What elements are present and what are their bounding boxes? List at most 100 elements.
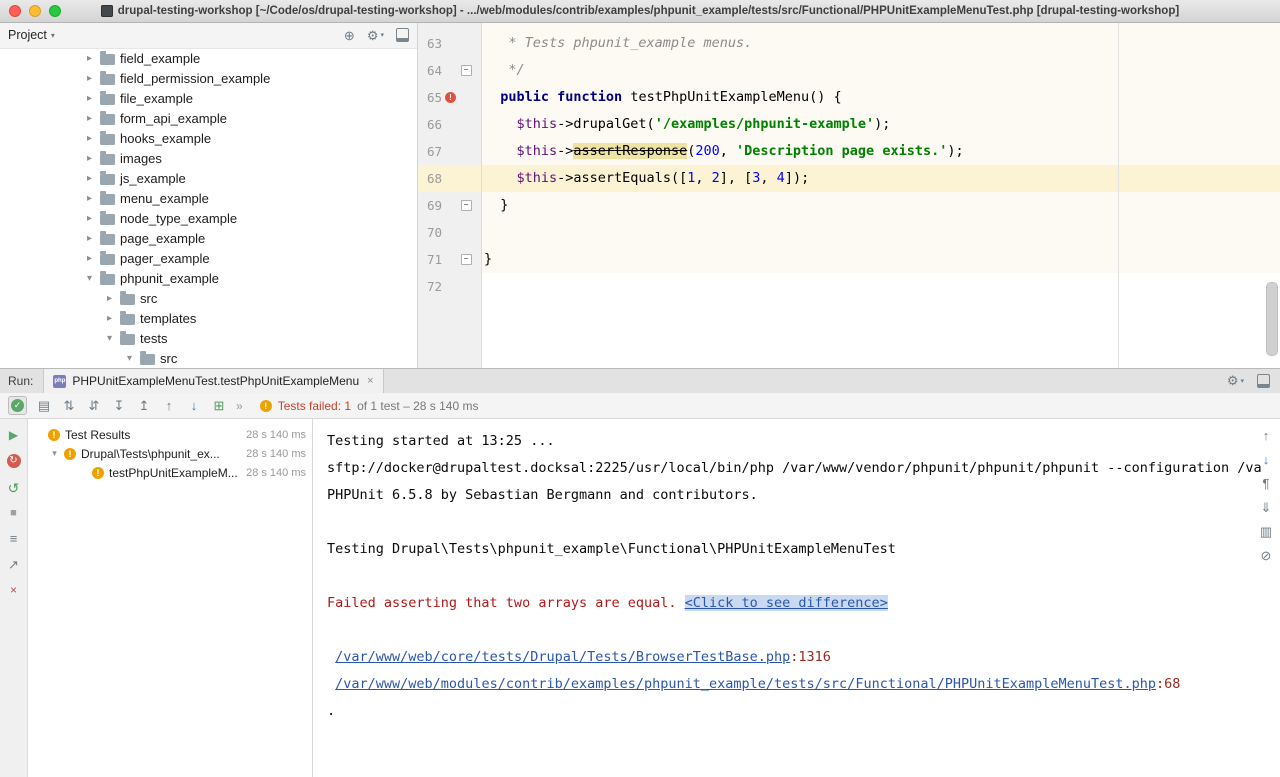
close-run-panel-icon[interactable]: × [10,584,17,596]
project-tree-item[interactable]: ▸templates [0,308,417,328]
chevron-right-icon[interactable]: ▸ [84,133,95,144]
open-results-icon[interactable]: ↗ [8,558,19,571]
editor-code-area[interactable]: * Tests phpunit_example menus. */ public… [482,22,1280,368]
soft-wrap-icon[interactable]: ¶ [1263,477,1270,490]
chevron-down-icon[interactable]: ▾ [104,333,115,344]
test-tree-item[interactable]: ▾!Drupal\Tests\phpunit_ex...28 s 140 ms [28,444,312,463]
expand-all-icon[interactable]: ↧ [111,399,127,412]
project-tree-item[interactable]: ▸field_permission_example [0,68,417,88]
code-line[interactable]: $this->drupalGet('/examples/phpunit-exam… [482,111,1280,138]
code-line[interactable]: */ [482,57,1280,84]
console-output[interactable]: Testing started at 13:25 ...sftp://docke… [313,419,1280,777]
previous-failed-test-icon[interactable]: ↑ [161,399,177,412]
code-line[interactable] [482,219,1280,246]
project-tree-item[interactable]: ▾phpunit_example [0,268,417,288]
chevron-down-icon[interactable]: ▾ [84,273,95,284]
stop-icon[interactable]: ■ [10,508,17,519]
gutter-line[interactable]: 68 [418,165,481,192]
navigate-up-stacktrace-icon[interactable]: ↑ [1263,429,1270,442]
code-line[interactable]: } [482,246,1280,273]
run-settings-button[interactable]: ⚙ ▾ [1227,373,1244,389]
scroll-to-end-icon[interactable]: ⇓ [1261,501,1272,514]
sort-alphabetically-icon[interactable]: ⇵ [86,399,102,412]
chevron-right-icon[interactable]: ▸ [84,153,95,164]
gutter-line[interactable]: 70 [418,219,481,246]
chevron-right-icon[interactable]: ▸ [104,293,115,304]
zoom-window-button[interactable] [49,5,61,17]
code-line[interactable]: $this->assertResponse(200, 'Description … [482,138,1280,165]
code-line[interactable]: public function testPhpUnitExampleMenu()… [482,84,1280,111]
hide-run-panel-icon[interactable] [1257,374,1270,388]
see-difference-link[interactable]: <Click to see difference> [685,595,888,611]
clear-console-icon[interactable]: ⊘ [1261,549,1272,562]
more-actions-chevron-icon[interactable]: » [236,399,243,413]
gutter-line[interactable]: 64− [418,57,481,84]
chevron-right-icon[interactable]: ▸ [84,53,95,64]
stacktrace-link-browsertestbase[interactable]: /var/www/web/core/tests/Drupal/Tests/Bro… [335,649,790,665]
project-view-selector[interactable]: Project ▾ [8,28,55,42]
close-tab-icon[interactable]: × [367,376,373,387]
project-tree-item[interactable]: ▸file_example [0,88,417,108]
project-tree-item[interactable]: ▸hooks_example [0,128,417,148]
test-tree-item[interactable]: !Test Results28 s 140 ms [28,425,312,444]
chevron-right-icon[interactable]: ▸ [84,233,95,244]
toggle-auto-test-icon[interactable]: ↺ [8,481,20,495]
fold-marker-icon[interactable]: − [461,200,472,211]
hide-project-panel-icon[interactable] [396,28,409,42]
project-tree-item[interactable]: ▸menu_example [0,188,417,208]
locate-file-icon[interactable]: ⊕ [344,29,355,42]
project-tree-item[interactable]: ▾src [0,348,417,368]
chevron-right-icon[interactable]: ▸ [84,253,95,264]
chevron-right-icon[interactable]: ▸ [84,113,95,124]
code-line[interactable]: } [482,192,1280,219]
chevron-right-icon[interactable]: ▸ [84,93,95,104]
chevron-down-icon[interactable]: ▾ [124,353,135,364]
show-console-icon[interactable]: ▤ [36,399,52,412]
project-tree-item[interactable]: ▸form_api_example [0,108,417,128]
project-tree-item[interactable]: ▸page_example [0,228,417,248]
close-window-button[interactable] [9,5,21,17]
chevron-right-icon[interactable]: ▸ [84,173,95,184]
sort-by-duration-icon[interactable]: ⇅ [61,399,77,412]
project-tree-item[interactable]: ▸pager_example [0,248,417,268]
gutter-line[interactable]: 67 [418,138,481,165]
navigate-down-stacktrace-icon[interactable]: ↓ [1263,453,1270,466]
gutter-line[interactable]: 72 [418,273,481,300]
code-line[interactable]: $this->assertEquals([1, 2], [3, 4]); [482,165,1280,192]
chevron-right-icon[interactable]: ▸ [104,313,115,324]
gutter-line[interactable]: 69− [418,192,481,219]
test-failed-gutter-icon[interactable]: ! [445,92,456,103]
editor-gutter[interactable]: 6364−65!66676869−7071−72 [418,22,482,368]
gutter-line[interactable]: 71− [418,246,481,273]
gutter-line[interactable]: 63 [418,30,481,57]
run-tab[interactable]: php PHPUnitExampleMenuTest.testPhpUnitEx… [43,369,383,393]
editor-scrollbar[interactable] [1266,282,1278,356]
chevron-down-icon[interactable]: ▾ [50,448,59,459]
code-line[interactable]: * Tests phpunit_example menus. [482,30,1280,57]
next-failed-test-icon[interactable]: ↓ [186,399,202,412]
fold-marker-icon[interactable]: − [461,254,472,265]
project-tree-item[interactable]: ▸src [0,288,417,308]
project-tree-item[interactable]: ▸js_example [0,168,417,188]
print-icon[interactable]: ▥ [1260,525,1272,538]
rerun-tests-icon[interactable]: ▶ [9,429,18,441]
project-tree-item[interactable]: ▸field_example [0,48,417,68]
chevron-right-icon[interactable]: ▸ [84,193,95,204]
project-tree-item[interactable]: ▸node_type_example [0,208,417,228]
rerun-failed-tests-icon[interactable]: ↻ [7,454,21,468]
project-settings-button[interactable]: ⚙ ▾ [367,29,384,42]
test-tree-item[interactable]: !testPhpUnitExampleM...28 s 140 ms [28,463,312,482]
import-test-results-icon[interactable]: ⊞ [211,399,227,412]
chevron-right-icon[interactable]: ▸ [84,73,95,84]
code-line[interactable] [482,273,1280,300]
gutter-line[interactable]: 66 [418,111,481,138]
hide-passed-button[interactable]: ✓ [8,396,27,415]
chevron-right-icon[interactable]: ▸ [84,213,95,224]
code-editor[interactable]: 6364−65!66676869−7071−72 * Tests phpunit… [418,22,1280,368]
collapse-all-icon[interactable]: ↥ [136,399,152,412]
test-history-icon[interactable]: ≡ [10,532,18,545]
fold-marker-icon[interactable]: − [461,65,472,76]
project-tree-item[interactable]: ▾tests [0,328,417,348]
project-tree-item[interactable]: ▸images [0,148,417,168]
stacktrace-link-phpunitexamplemenutest[interactable]: /var/www/web/modules/contrib/examples/ph… [335,676,1156,692]
